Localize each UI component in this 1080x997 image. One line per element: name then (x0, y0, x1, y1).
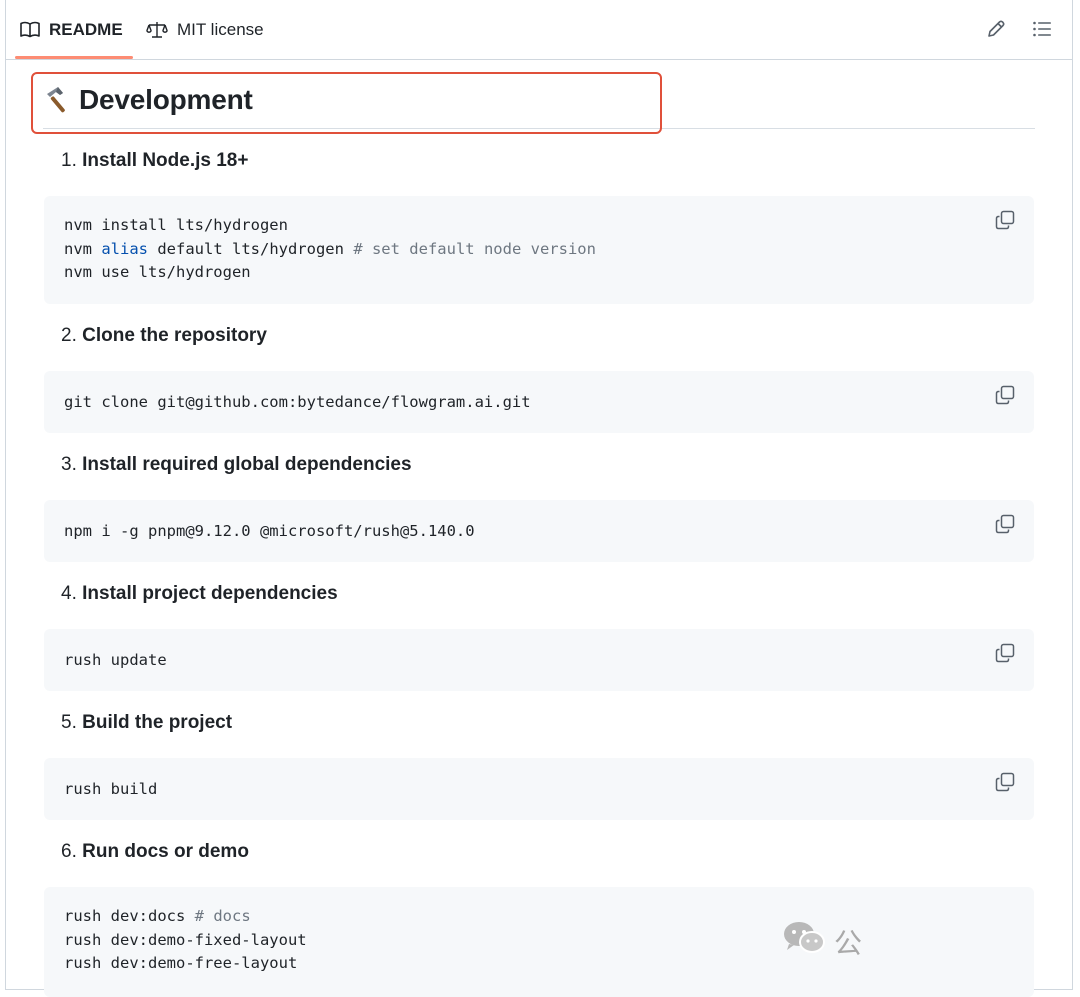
code-line: npm i -g pnpm@9.12.0 @microsoft/rush@5.1… (64, 520, 475, 544)
code-keyword: alias (101, 239, 148, 258)
code-block: rush dev:docs # docs rush dev:demo-fixed-… (44, 887, 1034, 997)
code-comment: # set default node version (353, 239, 596, 258)
step-number: 2. (61, 325, 77, 346)
step-number: 3. (61, 454, 77, 475)
watermark-text: 公 (834, 926, 863, 960)
code-token: default lts/hydrogen (148, 239, 354, 258)
step-title: Install project dependencies (82, 583, 338, 604)
step-number: 5. (61, 712, 77, 733)
step-number: 4. (61, 583, 77, 604)
code-token: nvm (64, 239, 102, 258)
watermark: 公 (782, 920, 862, 963)
step-title: Clone the repository (82, 325, 267, 346)
code-text: rush build (64, 778, 157, 802)
code-line: nvm alias default lts/hydrogen # set def… (64, 238, 596, 262)
copy-icon (995, 514, 1015, 539)
code-token: rush build (64, 780, 158, 798)
code-block: nvm install lts/hydrogen nvm alias defaul… (44, 196, 1034, 304)
step-title: Run docs or demo (82, 841, 249, 862)
code-line: rush update (64, 649, 167, 673)
step-heading: 1. Install Node.js 18+ (61, 150, 248, 172)
highlight-annotation-box (31, 72, 662, 134)
code-block: git clone git@github.com:bytedance/flowg… (44, 371, 1034, 433)
copy-icon (995, 385, 1015, 410)
step-title: Install required global dependencies (82, 454, 412, 475)
code-text: npm i -g pnpm@9.12.0 @microsoft/rush@5.1… (64, 520, 475, 544)
copy-icon (995, 772, 1015, 797)
copy-button[interactable] (994, 514, 1016, 539)
tab-label: MIT license (177, 20, 264, 39)
tab-mit-license[interactable]: MIT license (146, 0, 264, 60)
active-tab-indicator (15, 56, 133, 59)
edit-file-button[interactable] (985, 20, 1007, 42)
step-title: Build the project (82, 712, 233, 733)
step-heading: 2. Clone the repository (61, 325, 267, 347)
wechat-icon (782, 920, 826, 963)
table-of-contents-button[interactable] (1031, 20, 1053, 42)
tab-readme[interactable]: README (20, 0, 123, 60)
code-text: rush update (64, 649, 167, 673)
copy-button[interactable] (994, 772, 1016, 797)
code-block: rush update (44, 629, 1034, 691)
copy-button[interactable] (994, 643, 1016, 668)
code-token: npm i -g pnpm@9.12.0 @microsoft/rush@5.1… (64, 522, 475, 540)
step-heading: 6. Run docs or demo (61, 841, 249, 863)
copy-button[interactable] (994, 385, 1016, 410)
copy-icon (995, 210, 1015, 235)
pencil-icon (986, 19, 1006, 44)
code-token: rush dev:demo-free-layout (64, 954, 298, 972)
code-token: rush update (64, 651, 167, 669)
code-token: rush dev:demo-fixed-layout (64, 930, 307, 949)
step-heading: 3. Install required global dependencies (61, 454, 412, 476)
step-number: 1. (61, 150, 77, 171)
step-heading: 4. Install project dependencies (61, 583, 338, 605)
copy-button[interactable] (994, 210, 1016, 235)
code-line: nvm use lts/hydrogen (64, 261, 596, 285)
scale-icon (146, 21, 168, 39)
code-block: npm i -g pnpm@9.12.0 @microsoft/rush@5.1… (44, 500, 1034, 562)
step-title: Install Node.js 18+ (82, 150, 249, 171)
code-line: git clone git@github.com:bytedance/flowg… (64, 391, 531, 415)
code-text: git clone git@github.com:bytedance/flowg… (64, 391, 531, 415)
code-block: rush build (44, 758, 1034, 820)
code-line: rush dev:demo-free-layout (64, 952, 307, 976)
code-line: nvm install lts/hydrogen (64, 214, 596, 238)
code-line: rush dev:demo-fixed-layout (64, 929, 307, 953)
code-token: nvm use lts/hydrogen (64, 263, 251, 281)
code-token: git clone git@github.com:bytedance/flowg… (64, 393, 531, 411)
copy-icon (995, 643, 1015, 668)
list-icon (1032, 20, 1052, 43)
step-heading: 5. Build the project (61, 712, 232, 734)
code-line: rush build (64, 778, 157, 802)
code-comment: # docs (194, 907, 251, 925)
step-number: 6. (61, 841, 77, 862)
tab-label: README (49, 20, 123, 39)
code-text: nvm install lts/hydrogen nvm alias defaul… (64, 214, 596, 285)
book-icon (20, 21, 40, 39)
code-text: rush dev:docs # docs rush dev:demo-fixed-… (64, 905, 307, 976)
code-token: rush dev:docs (64, 907, 195, 925)
code-token: nvm install lts/hydrogen (64, 216, 288, 234)
code-line: rush dev:docs # docs (64, 905, 307, 929)
